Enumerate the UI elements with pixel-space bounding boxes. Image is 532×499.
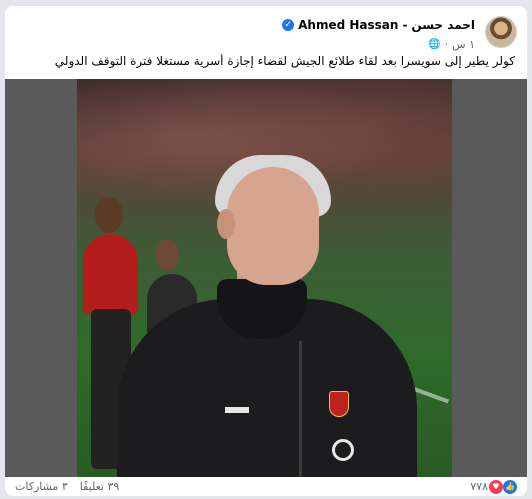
engagement-counts: ٣٩ تعليقًا ٣ مشاركات: [15, 480, 119, 493]
reaction-count[interactable]: ٧٧٨: [470, 480, 488, 493]
post-card: احمد حسن - Ahmed Hassan ✓ ١ س · 🌐 كولر ي…: [5, 6, 527, 496]
verified-check-icon: ✓: [282, 19, 295, 31]
background-person-head: [155, 239, 179, 271]
name-separator: -: [402, 18, 408, 32]
adidas-logo-icon: [225, 399, 249, 413]
meta-dot: ·: [444, 38, 449, 51]
coach-ear: [217, 209, 235, 239]
author-names: احمد حسن - Ahmed Hassan ✓: [282, 18, 475, 32]
club-crest-icon: [329, 391, 349, 417]
author-avatar[interactable]: [485, 16, 517, 48]
love-reaction-icon: ♥: [489, 479, 503, 494]
reactions-summary[interactable]: ٧٧٨ ♥ 👍: [470, 479, 517, 494]
reaction-icons: ♥ 👍: [489, 479, 517, 494]
jacket-zip: [299, 341, 302, 477]
post-photo-frame[interactable]: [5, 79, 527, 477]
post-caption: كولر يطير إلى سويسرا بعد لقاء طلائع الجي…: [54, 54, 515, 68]
sponsor-logo-icon: [332, 439, 354, 461]
post-meta: ١ س · 🌐: [428, 38, 475, 51]
comments-count[interactable]: ٣٩ تعليقًا: [80, 480, 120, 493]
post-photo[interactable]: [77, 79, 452, 477]
globe-icon: 🌐: [428, 39, 441, 50]
post-time[interactable]: ١ س: [452, 38, 475, 51]
background-player-shirt: [83, 234, 138, 314]
author-name-arabic[interactable]: احمد حسن: [411, 18, 475, 32]
shares-count[interactable]: ٣ مشاركات: [15, 480, 68, 493]
coach-face: [227, 167, 319, 285]
like-reaction-icon: 👍: [503, 479, 517, 494]
author-name-english[interactable]: Ahmed Hassan: [298, 18, 398, 32]
post-footer: ٣٩ تعليقًا ٣ مشاركات ٧٧٨ ♥ 👍: [5, 477, 527, 496]
background-player-head: [95, 197, 123, 233]
